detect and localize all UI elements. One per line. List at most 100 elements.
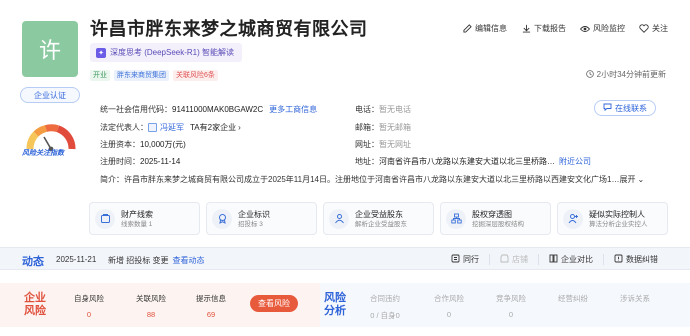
- chat-icon: [603, 103, 612, 113]
- related-risk-tag[interactable]: 关联风险6条: [173, 70, 218, 81]
- company-name: 许昌市胖东来梦之城商贸有限公司: [90, 19, 368, 39]
- follow-button[interactable]: 关注: [639, 23, 668, 34]
- nearby-companies-link[interactable]: 附近公司: [559, 156, 591, 167]
- card-sub: 线索数量 1: [121, 220, 153, 228]
- legal-rep-label: 法定代表人：: [100, 123, 148, 132]
- update-time-text: 2小时34分钟前更新: [596, 70, 666, 79]
- download-icon: [521, 24, 531, 34]
- shop-icon: [500, 254, 509, 265]
- risk-monitor-button[interactable]: 风险监控: [580, 23, 625, 34]
- address-row: 地址： 河南省许昌市八龙路以东建安大道以北三里桥路… 附近公司: [355, 156, 591, 167]
- property-clue-card[interactable]: 财产线索 线索数量 1: [89, 202, 200, 235]
- company-tags: 开业 胖东来商贸集团 关联风险6条: [90, 70, 218, 81]
- card-title: 企业标识: [238, 209, 270, 219]
- person-icon: [148, 123, 157, 132]
- online-contact-button[interactable]: 在线联系: [594, 100, 656, 116]
- card-title: 疑似实际控制人: [589, 209, 645, 219]
- ai-chip-label: 深度思考 (DeepSeek-R1) 智能解读: [110, 48, 235, 57]
- actual-controller-card[interactable]: 疑似实际控制人 算法分析企业实控人: [557, 202, 668, 235]
- brief-expand-link[interactable]: 展开: [619, 175, 635, 184]
- credit-code-label: 统一社会信用代码：: [100, 105, 172, 114]
- hint-info-stat[interactable]: 提示信息 69: [186, 293, 236, 319]
- competition-risk-value: 0: [508, 310, 514, 319]
- website-row: 网址： 暂无网址: [355, 139, 411, 150]
- peer-label: 同行: [463, 255, 479, 264]
- equity-chart-icon: [446, 208, 466, 229]
- edit-info-button[interactable]: 编辑信息: [462, 23, 507, 34]
- edit-icon: [462, 24, 472, 34]
- shop-button[interactable]: 店铺: [489, 254, 538, 265]
- more-business-info-link[interactable]: 更多工商信息: [269, 104, 317, 115]
- correct-icon: [614, 254, 623, 265]
- contract-breach-value: 0 / 自身0: [370, 311, 400, 320]
- capital-row: 注册资本： 10,000万(元): [100, 139, 186, 150]
- compare-icon: [549, 254, 558, 265]
- shop-label: 店铺: [512, 255, 528, 264]
- legal-rep-companies[interactable]: TA有2家企业: [190, 122, 236, 133]
- capital-value: 10,000万(元): [140, 140, 186, 149]
- self-risk-value: 0: [86, 310, 92, 319]
- peer-button[interactable]: 同行: [441, 254, 489, 265]
- badge-icon: [212, 208, 232, 229]
- credit-code-value: 91411000MAK0BGAW2C: [172, 105, 264, 114]
- website-label: 网址：: [355, 140, 379, 149]
- card-title: 股权穿透图: [472, 209, 512, 219]
- data-correct-button[interactable]: 数据纠错: [603, 254, 668, 265]
- brief-text: 许昌市胖东来梦之城商贸有限公司成立于2025年11月14日。注册地位于河南省许昌…: [124, 175, 620, 184]
- website-value: 暂无网址: [379, 140, 411, 149]
- clock-icon: [585, 69, 594, 80]
- feature-cards: 财产线索 线索数量 1 企业标识 招投标 3 企业受益股东 解析企业受益股东 股权穿透…: [89, 202, 668, 235]
- card-title: 财产线索: [121, 209, 153, 219]
- enterprise-risk-title: 企业风险: [24, 292, 46, 317]
- reg-date-value: 2025-11-14: [140, 157, 181, 166]
- view-dynamics-link[interactable]: 查看动态: [172, 256, 204, 265]
- download-report-label: 下载报告: [534, 24, 566, 33]
- related-risk-stat[interactable]: 关联风险 88: [126, 293, 176, 319]
- enterprise-badge-card[interactable]: 企业标识 招投标 3: [206, 202, 317, 235]
- enterprise-cert-button[interactable]: 企业认证: [20, 87, 80, 103]
- view-risk-button[interactable]: 查看风险: [250, 295, 298, 312]
- card-sub: 挖掘深层股权结构: [472, 220, 524, 228]
- phone-label: 电话：: [355, 105, 379, 114]
- card-sub: 招投标 3: [238, 220, 263, 228]
- legal-rep-name[interactable]: 冯延军: [160, 122, 184, 133]
- equity-chart-card[interactable]: 股权穿透图 挖掘深层股权结构: [440, 202, 551, 235]
- business-dispute-stat[interactable]: 经营纠纷: [548, 293, 598, 310]
- email-label: 邮箱：: [355, 123, 379, 132]
- self-risk-label: 自身风险: [74, 294, 104, 303]
- reg-date-label: 注册时间：: [100, 157, 140, 166]
- litigation-stat[interactable]: 涉诉关系: [610, 293, 660, 310]
- download-report-button[interactable]: 下载报告: [521, 23, 566, 34]
- cooperation-risk-stat[interactable]: 合作风险 0: [424, 293, 474, 319]
- competition-risk-stat[interactable]: 竞争风险 0: [486, 293, 536, 319]
- card-sub: 算法分析企业实控人: [589, 220, 648, 228]
- phone-row: 电话： 暂无电话: [355, 104, 411, 115]
- header-actions: 编辑信息 下载报告 风险监控 关注: [462, 23, 668, 34]
- business-dispute-label: 经营纠纷: [558, 294, 588, 303]
- cooperation-risk-value: 0: [446, 310, 452, 319]
- cooperation-risk-label: 合作风险: [434, 294, 464, 303]
- peer-icon: [451, 254, 460, 265]
- card-title: 企业受益股东: [355, 209, 403, 219]
- controller-icon: [563, 208, 583, 229]
- compare-button[interactable]: 企业对比: [538, 254, 603, 265]
- company-logo: 许: [22, 21, 78, 77]
- follow-label: 关注: [652, 24, 668, 33]
- edit-info-label: 编辑信息: [475, 24, 507, 33]
- dynamics-title: 动态: [22, 256, 44, 268]
- ai-interpret-chip[interactable]: ✦ 深度思考 (DeepSeek-R1) 智能解读: [90, 43, 243, 62]
- chevron-down-icon: ⌄: [637, 175, 645, 184]
- risk-section: 企业风险 自身风险 0 关联风险 88 提示信息 69 查看风险 风险分析 合同…: [0, 283, 690, 336]
- credit-code-row: 统一社会信用代码： 91411000MAK0BGAW2C 更多工商信息: [100, 104, 317, 115]
- dynamics-summary: 新增 招投标 变更 查看动态: [108, 255, 204, 266]
- contract-breach-stat[interactable]: 合同违约 0 / 自身0: [360, 293, 410, 321]
- beneficial-owner-card[interactable]: 企业受益股东 解析企业受益股东: [323, 202, 434, 235]
- group-tag[interactable]: 胖东来商贸集团: [114, 70, 169, 81]
- self-risk-stat[interactable]: 自身风险 0: [64, 293, 114, 319]
- update-time: 2小时34分钟前更新: [585, 69, 666, 80]
- risk-index-label: 风险关注指数: [22, 150, 64, 157]
- status-tag: 开业: [90, 70, 110, 81]
- online-contact-label: 在线联系: [615, 103, 647, 113]
- address-label: 地址：: [355, 157, 379, 166]
- litigation-label: 涉诉关系: [620, 294, 650, 303]
